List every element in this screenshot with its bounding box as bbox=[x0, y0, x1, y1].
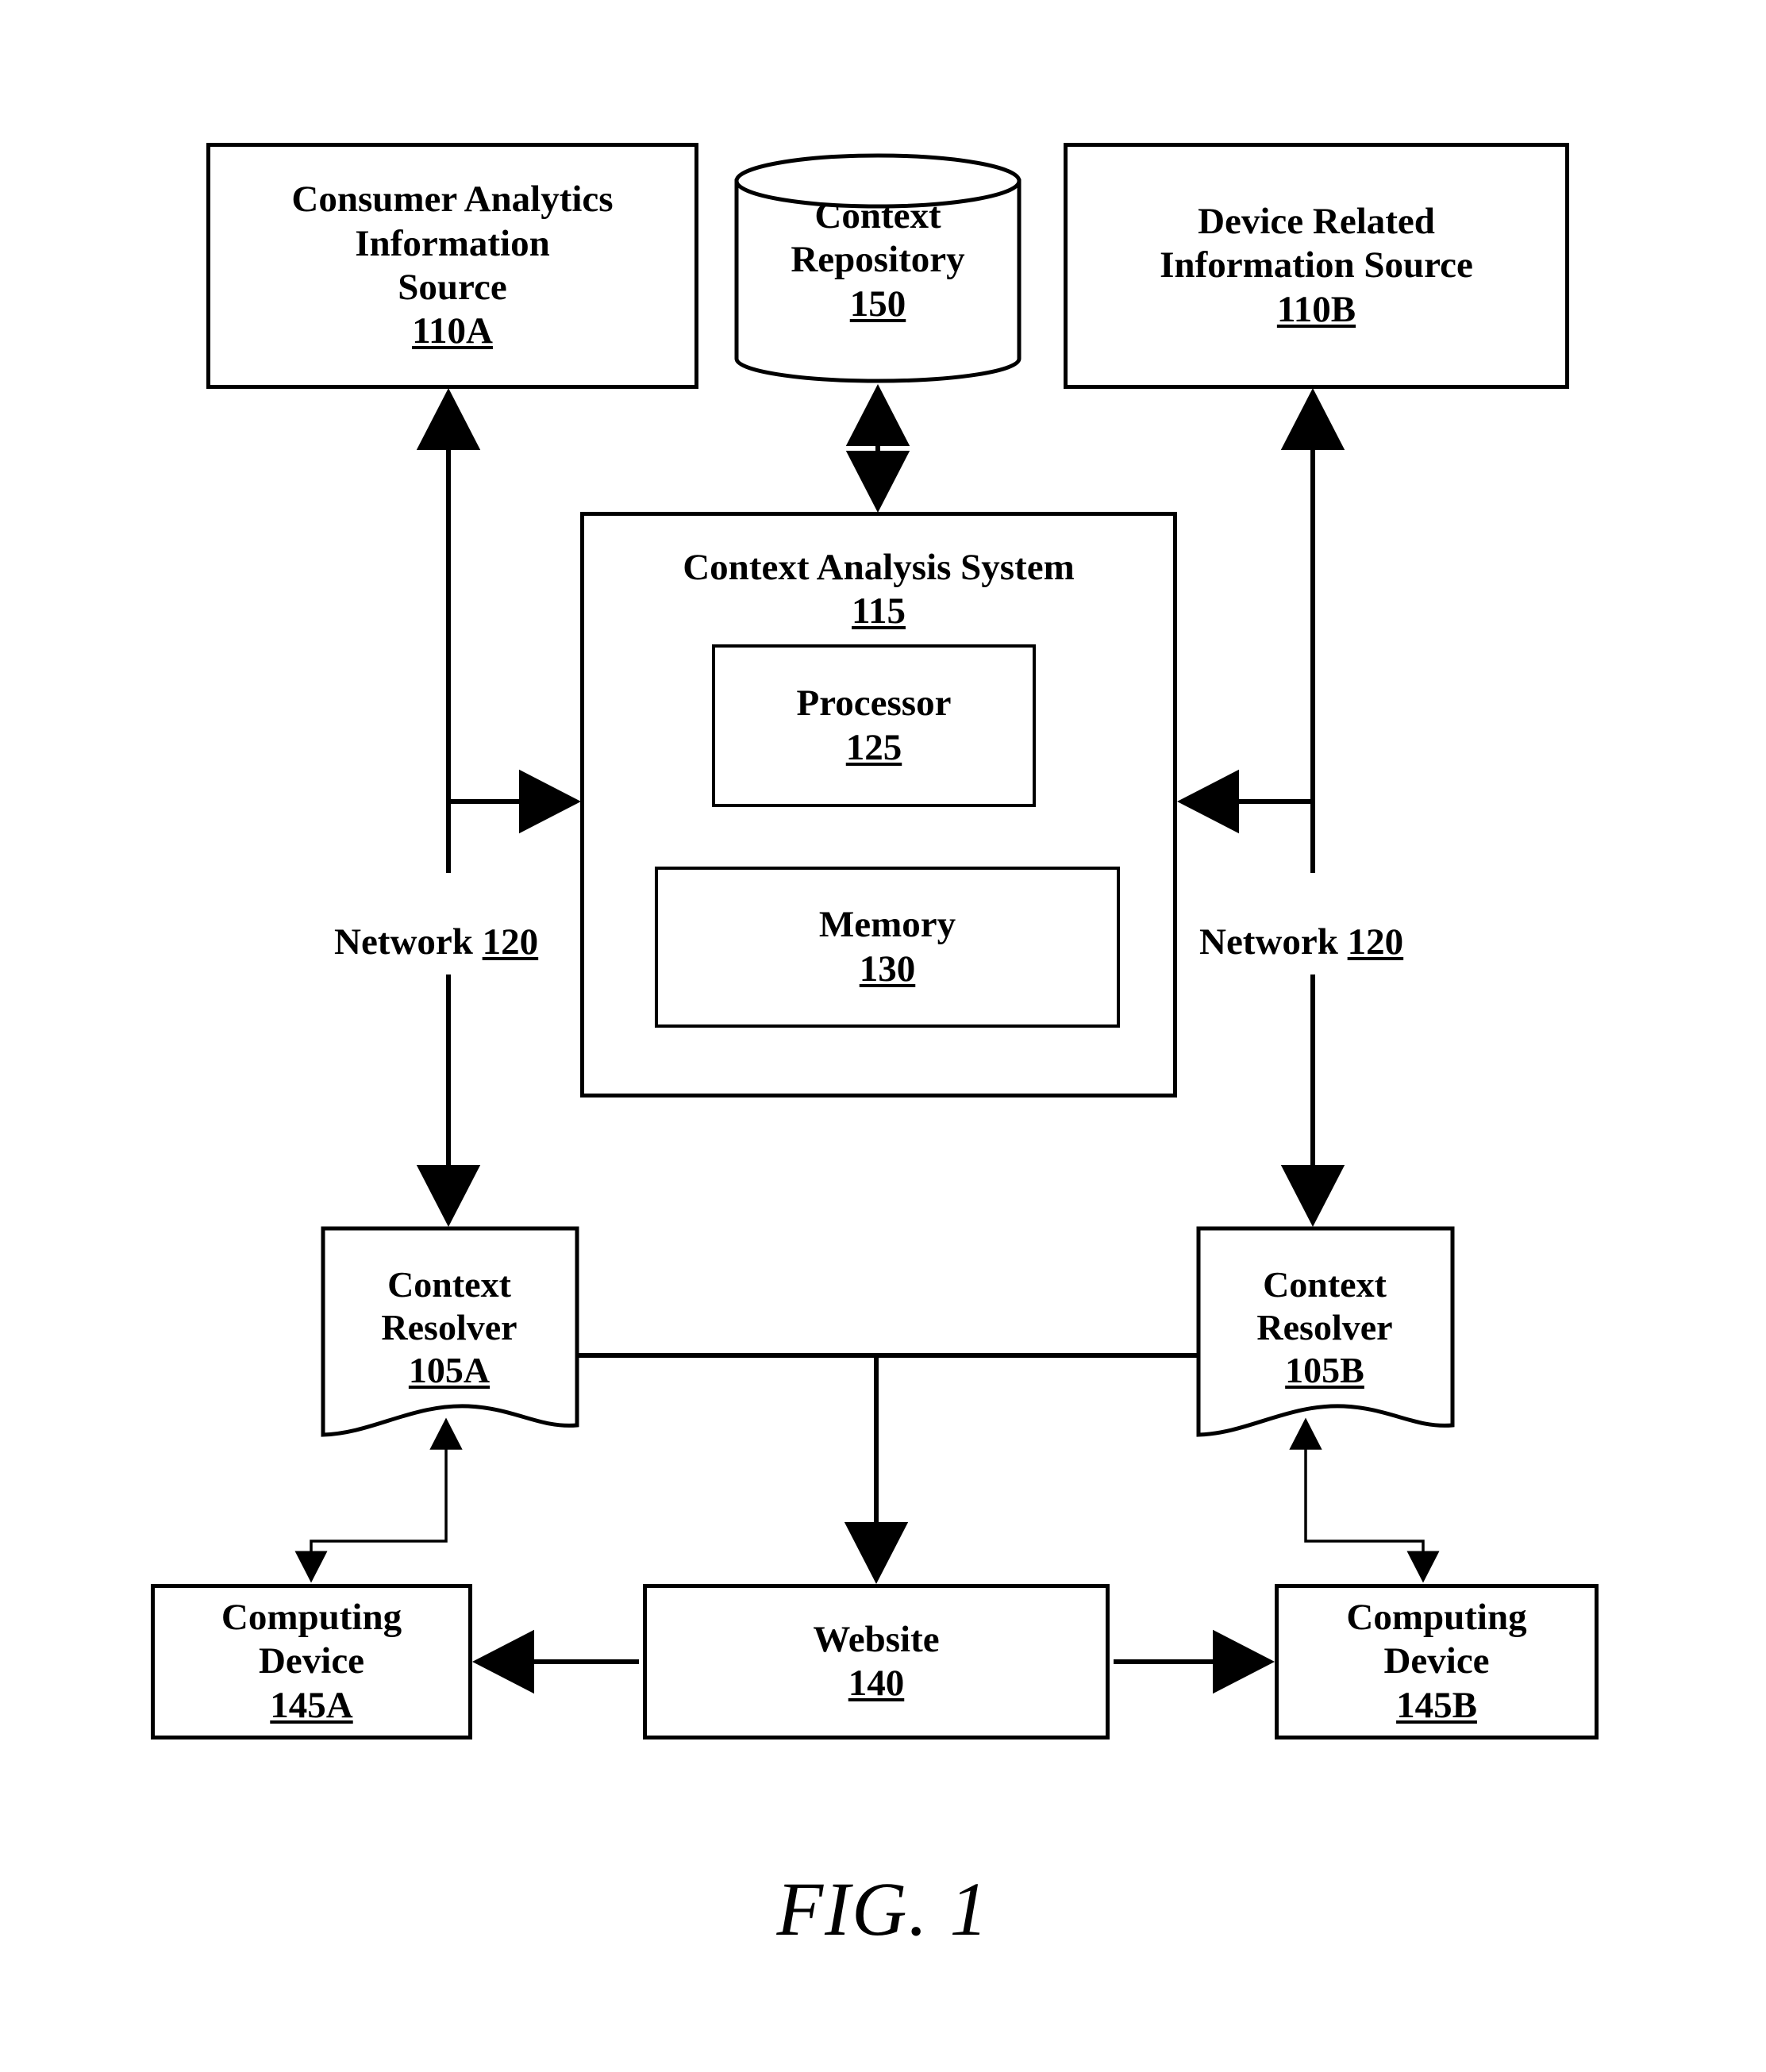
node-reference-numeral: 105A bbox=[408, 1350, 491, 1391]
node-computing-device-a[interactable]: Computing Device 145A bbox=[151, 1584, 472, 1739]
node-reference-numeral: 125 bbox=[845, 726, 902, 768]
node-label-line: Computing bbox=[221, 1596, 402, 1638]
node-label-line: Device bbox=[1383, 1640, 1490, 1682]
node-label-line: Device bbox=[258, 1640, 365, 1682]
edge-label-network-right: Network 120 bbox=[1195, 921, 1409, 963]
node-label-line: Information Source bbox=[1160, 244, 1473, 286]
node-reference-numeral: 145B bbox=[1396, 1684, 1477, 1726]
node-label-line: Resolver bbox=[381, 1306, 517, 1347]
node-label-line: Context bbox=[1263, 1263, 1387, 1305]
node-label-line: Resolver bbox=[1256, 1306, 1393, 1347]
node-label-line: Device Related bbox=[1198, 200, 1435, 242]
node-reference-numeral: 130 bbox=[859, 948, 916, 990]
node-label-line: Context bbox=[814, 194, 941, 236]
figure-page: Consumer Analytics Information Source 11… bbox=[0, 0, 1766, 2072]
node-device-related-information-source[interactable]: Device Related Information Source 110B bbox=[1064, 143, 1569, 389]
node-label-line: Context bbox=[387, 1263, 511, 1305]
node-context-resolver-a[interactable]: Context Resolver 105A bbox=[321, 1228, 577, 1427]
node-reference-numeral: 140 bbox=[848, 1663, 905, 1704]
node-reference-numeral: 110A bbox=[412, 310, 493, 352]
node-computing-device-b[interactable]: Computing Device 145B bbox=[1275, 1584, 1599, 1739]
edge-resolver-a-to-computing-device-a bbox=[294, 1417, 463, 1583]
node-reference-numeral: 110B bbox=[1276, 288, 1356, 330]
node-label-line: Consumer Analytics bbox=[291, 179, 614, 221]
node-label-line: Context Analysis System bbox=[683, 547, 1075, 588]
node-context-repository[interactable]: Context Repository 150 bbox=[734, 181, 1022, 340]
node-memory[interactable]: Memory 130 bbox=[655, 867, 1120, 1028]
edge-label-reference-numeral: 120 bbox=[1347, 921, 1404, 963]
node-reference-numeral: 150 bbox=[849, 283, 906, 325]
node-website[interactable]: Website 140 bbox=[643, 1584, 1110, 1739]
edge-resolver-b-to-computing-device-b bbox=[1289, 1417, 1440, 1583]
node-context-resolver-b[interactable]: Context Resolver 105B bbox=[1197, 1228, 1452, 1427]
node-label-line: Processor bbox=[796, 682, 952, 725]
node-label-line: Repository bbox=[791, 239, 965, 281]
node-reference-numeral: 105B bbox=[1285, 1350, 1364, 1391]
node-reference-numeral: 145A bbox=[270, 1684, 353, 1726]
node-label-line: Memory bbox=[818, 904, 956, 946]
node-processor[interactable]: Processor 125 bbox=[712, 644, 1036, 807]
edge-label-text: Network bbox=[334, 921, 483, 963]
edge-label-network-left: Network 120 bbox=[329, 921, 544, 963]
edge-label-text: Network bbox=[1199, 921, 1348, 963]
node-label-line: Computing bbox=[1346, 1596, 1527, 1638]
node-label-line: Source bbox=[398, 267, 507, 308]
node-label-line: Information bbox=[355, 222, 550, 264]
node-reference-numeral: 115 bbox=[852, 590, 906, 632]
node-consumer-analytics-information-source[interactable]: Consumer Analytics Information Source 11… bbox=[206, 143, 698, 389]
node-label-line: Website bbox=[813, 1618, 940, 1660]
figure-caption: FIG. 1 bbox=[776, 1866, 990, 1951]
edge-label-reference-numeral: 120 bbox=[482, 921, 539, 963]
